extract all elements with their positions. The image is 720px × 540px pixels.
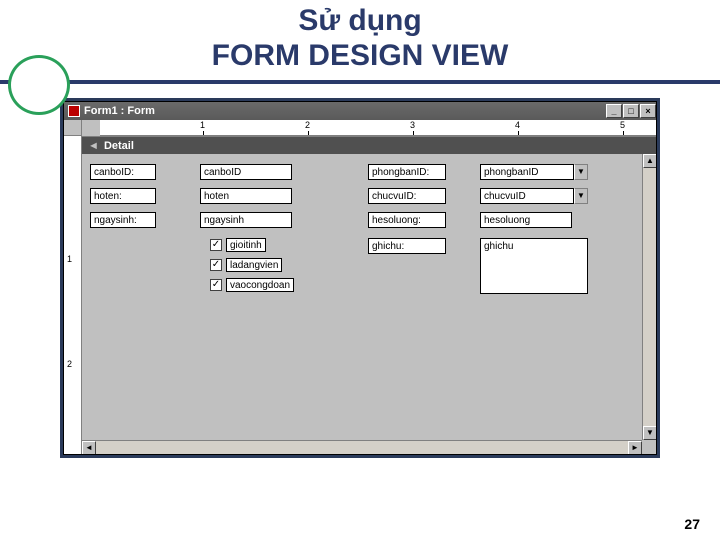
textbox-ngaysinh[interactable]: ngaysinh — [200, 212, 292, 228]
textbox-hesoluong[interactable]: hesoluong — [480, 212, 572, 228]
vertical-scrollbar[interactable]: ▲ ▼ — [642, 154, 656, 440]
decorative-circle — [8, 55, 70, 115]
label-canboID[interactable]: canboID: — [90, 164, 156, 180]
checkbox-ladangvien[interactable]: ✓ ladangvien — [210, 258, 282, 272]
horizontal-ruler[interactable]: 1 2 3 4 5 — [100, 120, 656, 136]
textbox-canboID[interactable]: canboID — [200, 164, 292, 180]
slide-title: Sử dụng FORM DESIGN VIEW — [0, 0, 720, 75]
window-titlebar[interactable]: Form1 : Form _ □ × — [64, 102, 656, 120]
vertical-ruler[interactable]: 1 2 — [64, 136, 82, 454]
checkbox-box-icon[interactable]: ✓ — [210, 259, 222, 271]
form-icon — [68, 105, 80, 117]
page-number: 27 — [684, 516, 700, 532]
scroll-left-button[interactable]: ◄ — [82, 441, 96, 454]
label-chucvuID[interactable]: chucvuID: — [368, 188, 446, 204]
window-title: Form1 : Form — [84, 105, 155, 117]
ruler-corner[interactable] — [64, 120, 82, 136]
detail-section-header[interactable]: ◄ Detail — [82, 136, 656, 154]
scroll-up-button[interactable]: ▲ — [643, 154, 656, 168]
label-hoten[interactable]: hoten: — [90, 188, 156, 204]
design-surface[interactable]: ◄ Detail canboID: canboID hoten: hoten n… — [82, 136, 656, 454]
label-ghichu[interactable]: ghichu: — [368, 238, 446, 254]
combobox-chucvuID[interactable]: chucvuID ▼ — [480, 188, 588, 204]
checkbox-vaocongdoan[interactable]: ✓ vaocongdoan — [210, 278, 294, 292]
access-form-window: Form1 : Form _ □ × 1 2 3 4 5 1 2 — [63, 101, 657, 455]
memo-ghichu[interactable]: ghichu — [480, 238, 588, 294]
chevron-down-icon[interactable]: ▼ — [574, 164, 588, 180]
label-ngaysinh[interactable]: ngaysinh: — [90, 212, 156, 228]
scroll-right-button[interactable]: ► — [628, 441, 642, 454]
checkbox-gioitinh[interactable]: ✓ gioitinh — [210, 238, 266, 252]
combobox-phongbanID[interactable]: phongbanID ▼ — [480, 164, 588, 180]
checkbox-box-icon[interactable]: ✓ — [210, 279, 222, 291]
label-phongbanID[interactable]: phongbanID: — [368, 164, 446, 180]
screenshot-frame: Form1 : Form _ □ × 1 2 3 4 5 1 2 — [60, 98, 660, 458]
close-button[interactable]: × — [640, 104, 656, 118]
label-hesoluong[interactable]: hesoluong: — [368, 212, 446, 228]
chevron-down-icon[interactable]: ▼ — [574, 188, 588, 204]
title-underline — [0, 80, 720, 84]
detail-section-body[interactable]: canboID: canboID hoten: hoten ngaysinh: … — [82, 154, 656, 454]
section-arrow-icon: ◄ — [88, 140, 99, 152]
textbox-hoten[interactable]: hoten — [200, 188, 292, 204]
minimize-button[interactable]: _ — [606, 104, 622, 118]
maximize-button[interactable]: □ — [623, 104, 639, 118]
horizontal-scrollbar[interactable]: ◄ ► — [82, 440, 642, 454]
scroll-down-button[interactable]: ▼ — [643, 426, 656, 440]
checkbox-box-icon[interactable]: ✓ — [210, 239, 222, 251]
